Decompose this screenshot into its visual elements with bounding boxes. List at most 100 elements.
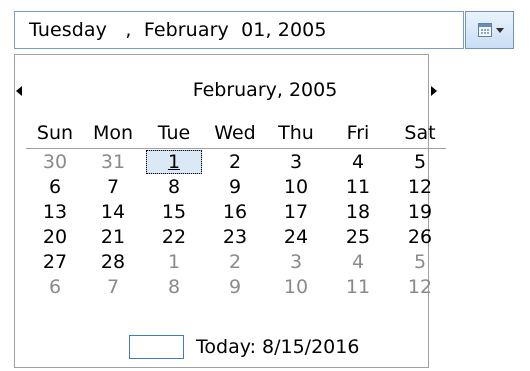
calendar-day-number: 21 (100, 226, 126, 248)
calendar-day-number: 3 (289, 151, 303, 173)
calendar-day-number: 9 (228, 276, 242, 298)
calendar-day[interactable]: 3 (274, 150, 318, 174)
calendar-day-number: 27 (42, 251, 68, 273)
calendar-day[interactable]: 18 (336, 200, 380, 224)
calendar-day[interactable]: 25 (336, 225, 380, 249)
calendar-day-number: 10 (283, 276, 309, 298)
calendar-day-number: 28 (100, 251, 126, 273)
calendar-day-number: 4 (351, 251, 365, 273)
calendar-day-number: 26 (407, 226, 433, 248)
weekday-header: Thu (278, 122, 314, 144)
calendar-day[interactable]: 14 (91, 200, 135, 224)
calendar-day[interactable]: 3 (274, 250, 318, 274)
calendar-day[interactable]: 6 (33, 275, 77, 299)
calendar-day[interactable]: 6 (33, 175, 77, 199)
calendar-day[interactable]: 7 (91, 175, 135, 199)
date-field-value[interactable]: Tuesday , February 01, 2005 (29, 12, 327, 48)
weekday-divider (26, 148, 446, 149)
calendar-day[interactable]: 28 (91, 250, 135, 274)
calendar-day-number: 20 (42, 226, 68, 248)
calendar-day[interactable]: 15 (152, 200, 196, 224)
calendar-day-number: 18 (345, 201, 371, 223)
calendar-day[interactable]: 26 (398, 225, 442, 249)
calendar-day-number: 9 (228, 176, 242, 198)
calendar-day[interactable]: 10 (274, 175, 318, 199)
today-indicator-box (129, 335, 184, 359)
calendar-day[interactable]: 9 (213, 275, 257, 299)
calendar-day-number: 6 (48, 276, 62, 298)
weekday-header: Fri (346, 122, 370, 144)
calendar-day-number: 17 (283, 201, 309, 223)
calendar-day-number: 30 (42, 151, 68, 173)
calendar-day-number: 8 (167, 276, 181, 298)
calendar-day-number: 11 (345, 176, 371, 198)
calendar-day-number: 13 (42, 201, 68, 223)
calendar-day-number: 10 (283, 176, 309, 198)
weekday-header: Sun (36, 122, 74, 144)
calendar-day-number: 1 (167, 251, 181, 273)
calendar-day[interactable]: 19 (398, 200, 442, 224)
calendar-day-number: 23 (222, 226, 248, 248)
calendar-day[interactable]: 23 (213, 225, 257, 249)
calendar-day[interactable]: 17 (274, 200, 318, 224)
calendar-day[interactable]: 8 (152, 275, 196, 299)
calendar-day-number: 16 (222, 201, 248, 223)
calendar-day-number: 7 (106, 276, 120, 298)
weekday-header: Mon (92, 122, 134, 144)
weekday-header: Wed (214, 122, 256, 144)
calendar-day-selected[interactable]: 1 (146, 150, 202, 174)
calendar-day[interactable]: 22 (152, 225, 196, 249)
calendar-day-number: 8 (167, 176, 181, 198)
calendar-day[interactable]: 11 (336, 175, 380, 199)
calendar-day-number: 24 (283, 226, 309, 248)
weekday-header: Sat (404, 122, 436, 144)
calendar-day[interactable]: 16 (213, 200, 257, 224)
calendar-day[interactable]: 8 (152, 175, 196, 199)
calendar-day-number: 31 (100, 151, 126, 173)
calendar-day[interactable]: 30 (33, 150, 77, 174)
calendar-day-number: 4 (351, 151, 365, 173)
calendar-day[interactable]: 12 (398, 175, 442, 199)
calendar-day[interactable]: 12 (398, 275, 442, 299)
calendar-day-number: 5 (413, 151, 427, 173)
chevron-down-icon (496, 28, 504, 33)
calendar-day-number: 12 (407, 276, 433, 298)
calendar-day-number: 11 (345, 276, 371, 298)
calendar-day-number: 15 (161, 201, 187, 223)
calendar-day-number: 25 (345, 226, 371, 248)
calendar-day-number: 5 (413, 251, 427, 273)
calendar-day-number: 3 (289, 251, 303, 273)
calendar-day[interactable]: 31 (91, 150, 135, 174)
calendar-day-number: 22 (161, 226, 187, 248)
weekday-header: Tue (157, 122, 191, 144)
calendar-day-number: 7 (106, 176, 120, 198)
calendar-day[interactable]: 2 (213, 150, 257, 174)
month-year-title[interactable]: February, 2005 (0, 78, 530, 102)
calendar-day[interactable]: 24 (274, 225, 318, 249)
date-picker-field[interactable]: Tuesday , February 01, 2005 (14, 11, 464, 49)
today-link[interactable]: Today: 8/15/2016 (196, 335, 359, 359)
calendar-day-number: 1 (167, 151, 181, 173)
calendar-day-number: 2 (228, 251, 242, 273)
calendar-day[interactable]: 5 (398, 150, 442, 174)
calendar-day-number: 14 (100, 201, 126, 223)
calendar-day[interactable]: 2 (213, 250, 257, 274)
calendar-day-number: 6 (48, 176, 62, 198)
calendar-day[interactable]: 4 (336, 250, 380, 274)
calendar-day[interactable]: 5 (398, 250, 442, 274)
calendar-day[interactable]: 9 (213, 175, 257, 199)
calendar-day-number: 12 (407, 176, 433, 198)
calendar-day[interactable]: 27 (33, 250, 77, 274)
calendar-day-number: 2 (228, 151, 242, 173)
calendar-day[interactable]: 21 (91, 225, 135, 249)
calendar-day[interactable]: 11 (336, 275, 380, 299)
calendar-day[interactable]: 1 (152, 250, 196, 274)
calendar-day[interactable]: 7 (91, 275, 135, 299)
calendar-day[interactable]: 13 (33, 200, 77, 224)
calendar-day[interactable]: 4 (336, 150, 380, 174)
calendar-day[interactable]: 10 (274, 275, 318, 299)
calendar-day[interactable]: 20 (33, 225, 77, 249)
calendar-day-number: 19 (407, 201, 433, 223)
calendar-dropdown-button[interactable] (465, 11, 514, 49)
calendar-icon (478, 23, 492, 37)
